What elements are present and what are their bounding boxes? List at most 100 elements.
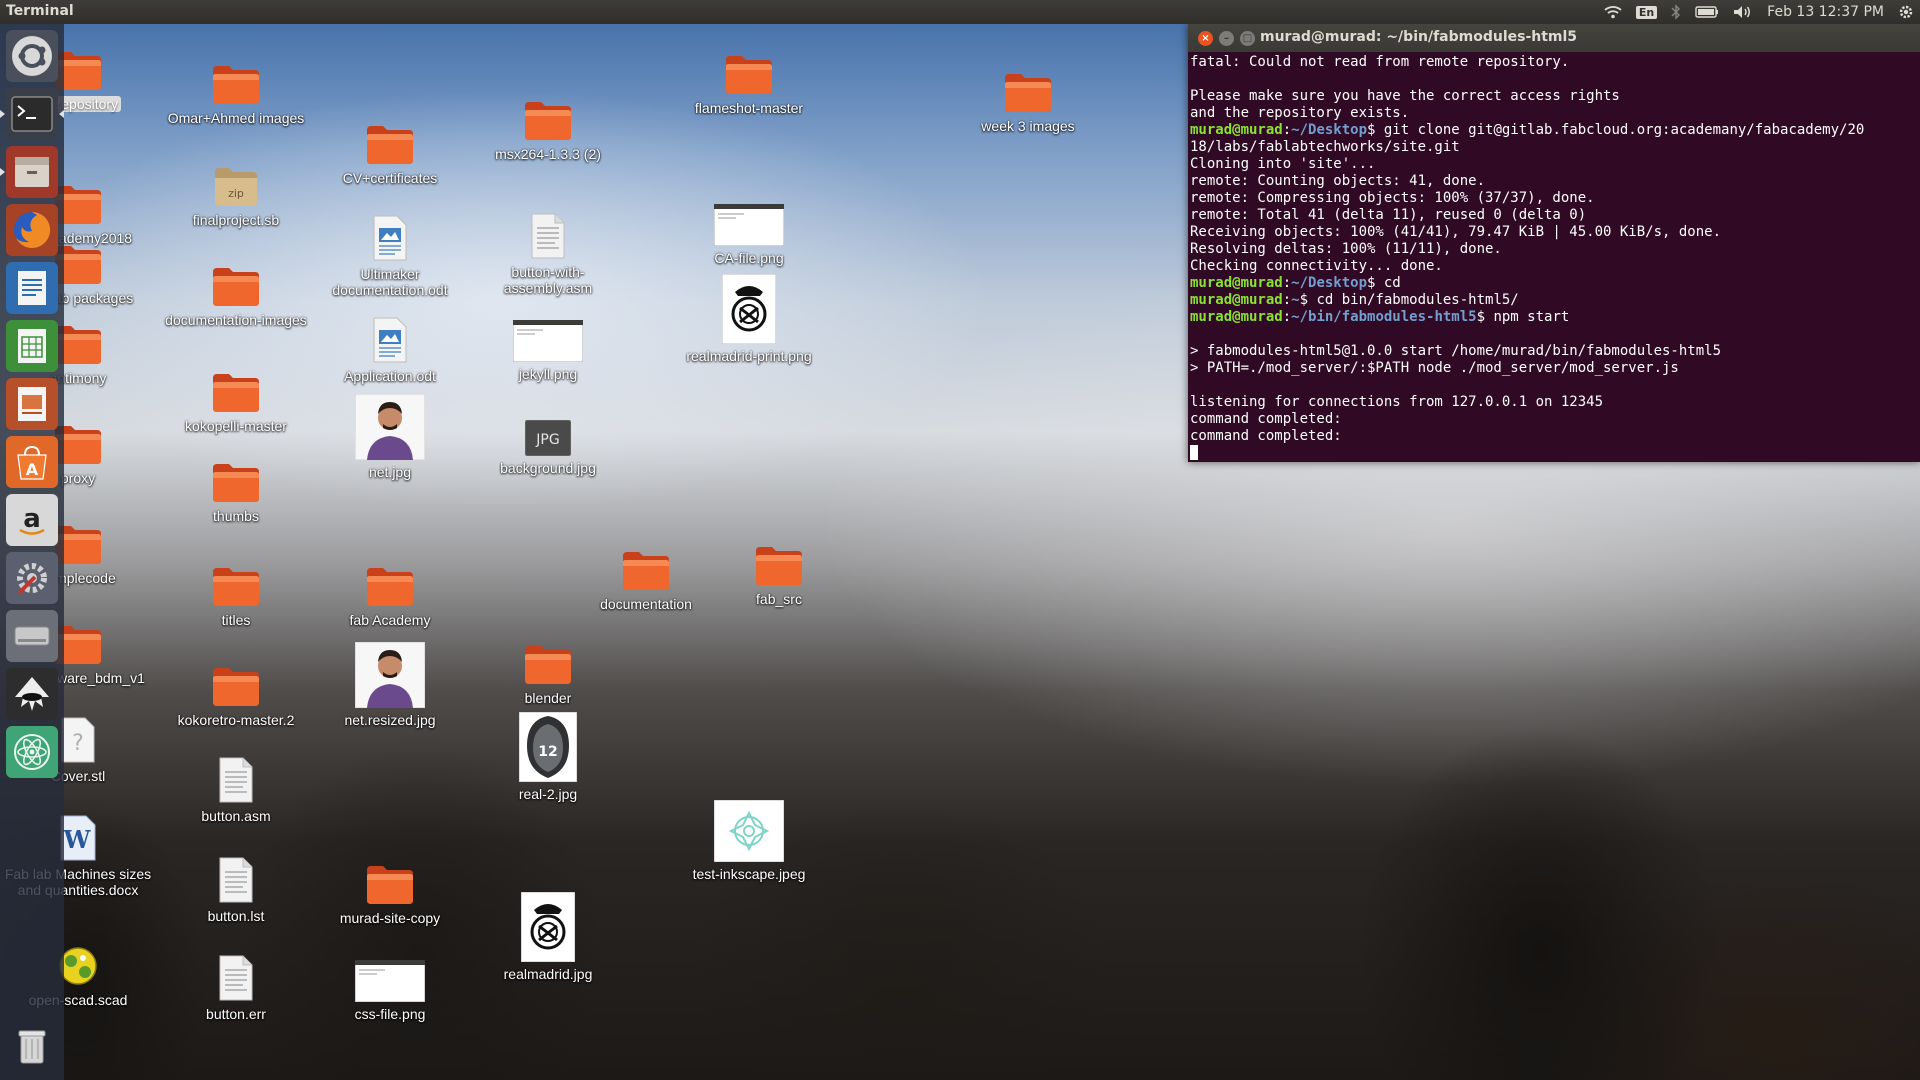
text-file-icon	[217, 946, 255, 1002]
desktop-item[interactable]: week 3 images	[953, 58, 1103, 134]
desktop-item[interactable]: thumbs	[161, 448, 311, 524]
launcher-ubuntu-dash-icon[interactable]	[6, 30, 58, 82]
launcher-writer-icon[interactable]	[6, 262, 58, 314]
desktop-item[interactable]: murad-site-copy	[315, 850, 465, 926]
folder-icon	[211, 50, 261, 106]
terminal-line: > fabmodules-html5@1.0.0 start /home/mur…	[1190, 343, 1722, 359]
launcher-atom-icon[interactable]	[6, 726, 58, 778]
desktop-item[interactable]: jekyll.png	[473, 306, 623, 382]
minimize-icon[interactable]: –	[1219, 30, 1234, 46]
desktop-item[interactable]: JPG background.jpg	[473, 400, 623, 476]
launcher-calc-icon[interactable]	[6, 320, 58, 372]
desktop-item-label: proxy	[60, 470, 96, 486]
desktop-item[interactable]: titles	[161, 552, 311, 628]
prompt-command: $ npm start	[1476, 309, 1570, 325]
desktop-item[interactable]: kokopelli-master	[161, 358, 311, 434]
jpg-file-icon: JPG	[525, 400, 571, 456]
launcher-disks-icon[interactable]	[6, 610, 58, 662]
desktop-item[interactable]: zip finalproject.sb	[161, 152, 311, 228]
desktop-item-label: realmadrid.jpg	[503, 966, 593, 982]
launcher-trash-icon[interactable]	[6, 1020, 58, 1072]
prompt-command: $ cd bin/fabmodules-html5/	[1299, 292, 1519, 308]
launcher-impress-icon[interactable]	[6, 378, 58, 430]
launcher-amazon-icon[interactable]: a	[6, 494, 58, 546]
terminal-line: remote: Compressing objects: 100% (37/37…	[1190, 190, 1595, 206]
folder-icon	[211, 652, 261, 708]
desktop-item[interactable]: net.jpg	[315, 394, 465, 480]
desktop-item-label: test-inkscape.jpeg	[692, 866, 806, 882]
prompt-user: murad@murad	[1190, 309, 1283, 325]
desktop-item[interactable]: Omar+Ahmed images	[161, 50, 311, 126]
prompt-path: ~/Desktop	[1291, 275, 1368, 291]
bluetooth-icon[interactable]	[1671, 4, 1681, 20]
desktop-item[interactable]: button.asm	[161, 748, 311, 824]
keyboard-layout-icon[interactable]: En	[1635, 5, 1658, 19]
desktop-item[interactable]: button.lst	[161, 848, 311, 924]
folder-icon	[211, 252, 261, 308]
desktop-item[interactable]: blender	[473, 630, 623, 706]
prompt-path: ~	[1291, 292, 1300, 308]
crest-thumbnail-icon	[722, 274, 776, 344]
desktop-item[interactable]: button-with-assembly.asm	[473, 204, 623, 296]
desktop-item[interactable]: realmadrid-print.png	[674, 274, 824, 364]
desktop-item[interactable]: flameshot-master	[674, 40, 824, 116]
svg-text:JPG: JPG	[535, 432, 559, 448]
settings-gear-icon[interactable]	[1898, 4, 1914, 20]
launcher-files-icon[interactable]	[0, 146, 58, 198]
desktop-item[interactable]: documentation	[571, 536, 721, 612]
word-document-icon: W	[58, 806, 98, 862]
desktop-item[interactable]: css-file.png	[315, 946, 465, 1022]
desktop-item[interactable]: realmadrid.jpg	[473, 892, 623, 982]
desktop-item-label: CV+certificates	[342, 170, 438, 186]
terminal-output[interactable]: fatal: Could not read from remote reposi…	[1188, 52, 1920, 462]
unknown-file-icon: ?	[59, 708, 97, 764]
terminal-line: Checking connectivity... done.	[1190, 258, 1443, 274]
launcher-software-center-icon[interactable]: A	[6, 436, 58, 488]
terminal-line: murad@murad:~/bin/fabmodules-html5$ npm …	[1190, 309, 1570, 325]
close-icon[interactable]: ×	[1198, 30, 1213, 46]
svg-text:a: a	[23, 504, 41, 534]
launcher-inkscape-icon[interactable]	[6, 668, 58, 720]
terminal-line: Cloning into 'site'...	[1190, 156, 1376, 172]
folder-icon	[365, 110, 415, 166]
screenshot-thumbnail-icon	[714, 190, 784, 246]
desktop-item[interactable]: Application.odt	[315, 308, 465, 384]
launcher-terminal-icon[interactable]	[0, 88, 64, 140]
terminal-line: Resolving deltas: 100% (11/11), done.	[1190, 241, 1502, 257]
launcher-firefox-icon[interactable]	[6, 204, 58, 256]
desktop-item[interactable]: CV+certificates	[315, 110, 465, 186]
desktop-item[interactable]: fab_src	[704, 531, 854, 607]
svg-text:A: A	[26, 460, 39, 479]
folder-icon	[754, 531, 804, 587]
desktop-item[interactable]: 12 real-2.jpg	[473, 712, 623, 802]
desktop-item-label: CA-file.png	[714, 250, 784, 266]
desktop-item-label: button-with-assembly.asm	[503, 264, 593, 296]
desktop-item[interactable]: msx264-1.3.3 (2)	[473, 86, 623, 162]
desktop-item[interactable]: net.resized.jpg	[315, 642, 465, 728]
svg-text:?: ?	[72, 731, 84, 756]
prompt-path: ~/bin/fabmodules-html5	[1291, 309, 1477, 325]
folder-icon	[523, 630, 573, 686]
volume-icon[interactable]	[1733, 5, 1753, 19]
desktop-item[interactable]: fab Academy	[315, 552, 465, 628]
clock[interactable]: Feb 13 12:37 PM	[1767, 4, 1884, 20]
desktop-item[interactable]: Ultimaker documentation.odt	[315, 206, 465, 298]
desktop-item[interactable]: CA-file.png	[674, 190, 824, 266]
terminal-title: murad@murad: ~/bin/fabmodules-html5	[1260, 29, 1578, 45]
maximize-icon[interactable]: □	[1240, 30, 1255, 46]
desktop-item-label: blender	[524, 690, 572, 706]
terminal-window[interactable]: × – □ murad@murad: ~/bin/fabmodules-html…	[1188, 24, 1920, 462]
wifi-icon[interactable]	[1604, 5, 1622, 19]
crest-thumbnail-icon	[521, 892, 575, 962]
desktop-item[interactable]: test-inkscape.jpeg	[674, 800, 824, 882]
desktop-item[interactable]: documentation-images	[161, 252, 311, 328]
launcher-system-settings-icon[interactable]	[6, 552, 58, 604]
zip-archive-icon: zip	[213, 152, 259, 208]
desktop-item-label: button.err	[206, 1006, 266, 1022]
terminal-titlebar[interactable]: × – □ murad@murad: ~/bin/fabmodules-html…	[1188, 24, 1920, 52]
desktop-item[interactable]: kokoretro-master.2	[161, 652, 311, 728]
battery-icon[interactable]	[1695, 6, 1719, 18]
odt-document-icon	[371, 206, 409, 262]
desktop-item[interactable]: button.err	[161, 946, 311, 1022]
